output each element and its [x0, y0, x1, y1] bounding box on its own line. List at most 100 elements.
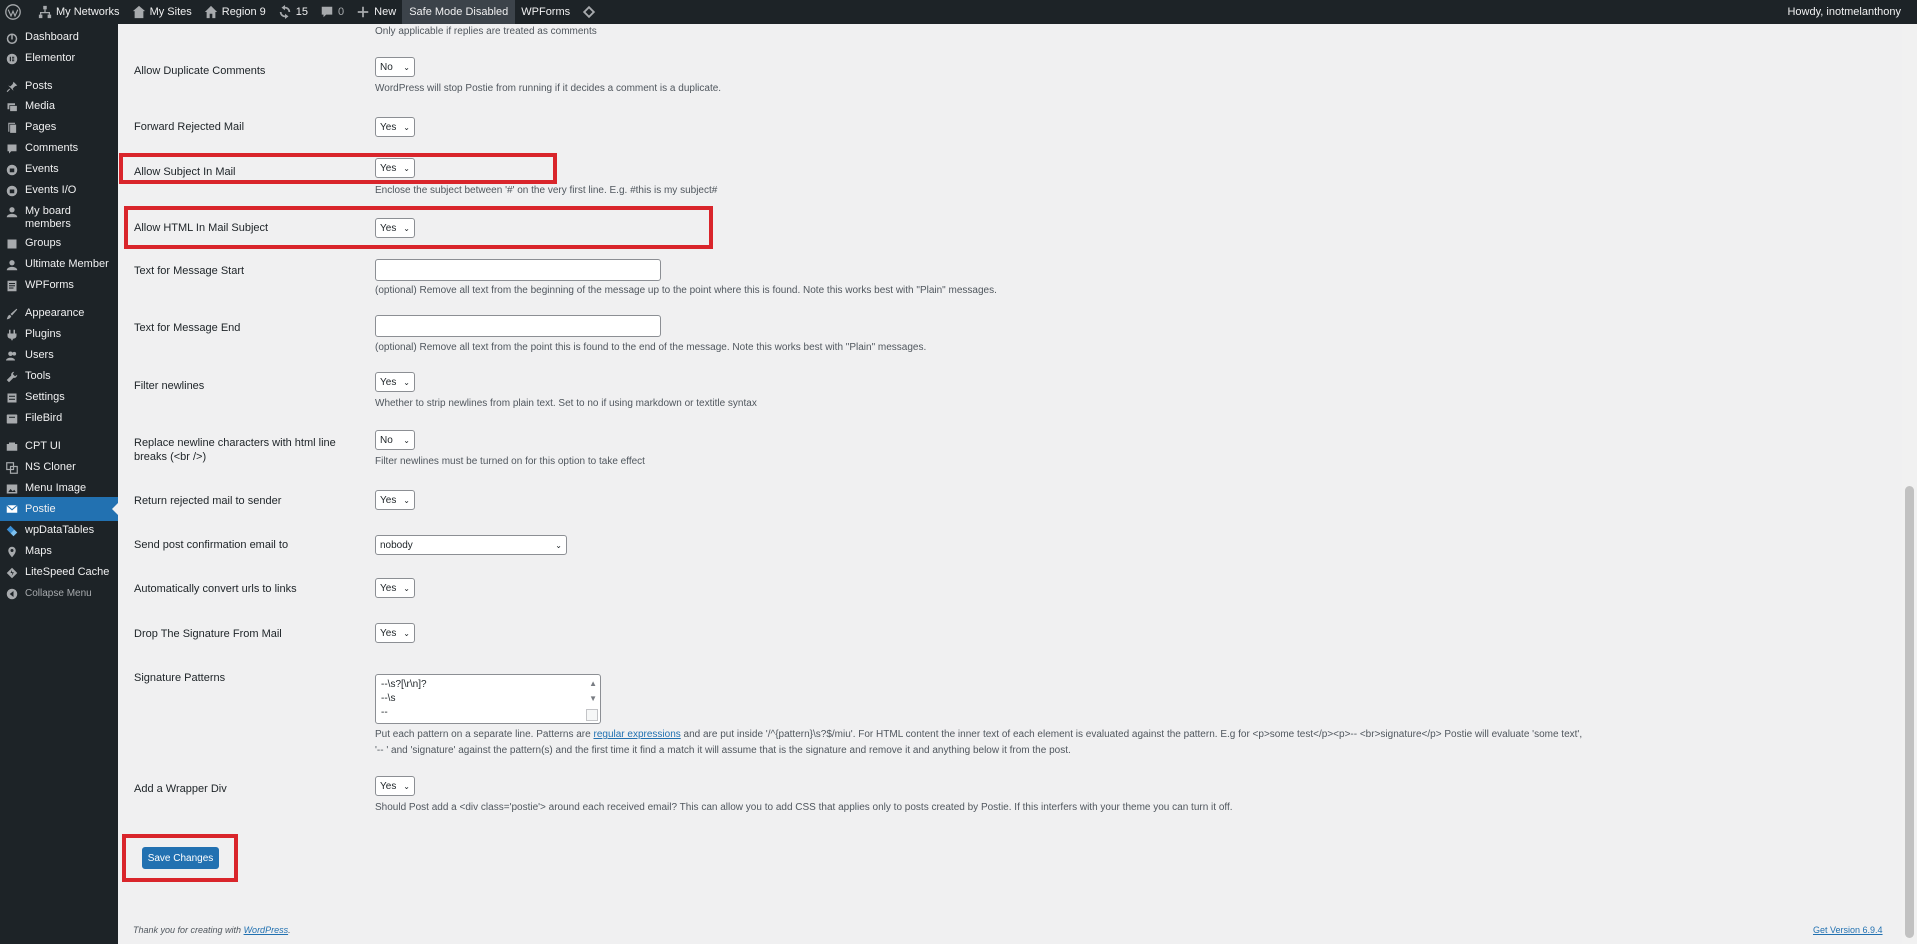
sidebar-item-litespeed-cache[interactable]: LiteSpeed Cache [0, 566, 118, 580]
replace-newline-desc: Filter newlines must be turned on for th… [375, 456, 645, 467]
sidebar-item-events[interactable]: Events [0, 163, 118, 177]
pin-icon [5, 80, 19, 94]
sidebar-item-plugins[interactable]: Plugins [0, 328, 118, 342]
sidebar-item-my-board-members[interactable]: My board members [0, 205, 118, 231]
sidebar-item-pages[interactable]: Pages [0, 121, 118, 135]
sidebar-item-cpt-ui[interactable]: CPT UI [0, 440, 118, 454]
highlight-save-button [122, 834, 238, 882]
diamond-icon [583, 5, 596, 19]
wpforms-menu[interactable]: WPForms [515, 0, 576, 24]
top-note: Only applicable if replies are treated a… [375, 26, 597, 37]
home-icon [204, 5, 217, 19]
page-scrollbar[interactable] [1902, 24, 1917, 944]
message-end-label: Text for Message End [134, 322, 241, 334]
litespeed-icon [5, 566, 19, 580]
sidebar-item-label: LiteSpeed Cache [25, 566, 110, 578]
return-rejected-value: Yes [380, 494, 397, 506]
message-start-input[interactable] [375, 259, 661, 281]
replace-newline-select[interactable]: No ⌄ [375, 430, 415, 450]
sidebar-item-appearance[interactable]: Appearance [0, 307, 118, 321]
sidebar-item-label: Groups [25, 237, 62, 249]
return-rejected-label: Return rejected mail to sender [134, 495, 282, 507]
sites-icon [132, 5, 145, 19]
sidebar-item-comments[interactable]: Comments [0, 142, 118, 156]
sidebar-item-media[interactable]: Media [0, 100, 118, 114]
sidebar-item-label: Events [25, 163, 59, 175]
updates-count: 15 [295, 6, 309, 18]
replace-newline-label: Replace newline characters with html lin… [134, 436, 336, 464]
updates-menu[interactable]: 15 [272, 0, 314, 24]
sidebar-item-tools[interactable]: Tools [0, 370, 118, 384]
sidebar-item-collapse-menu[interactable]: Collapse Menu [0, 587, 118, 601]
signature-patterns-textarea[interactable]: --\s?[\r\n]? --\s -- ▲ ▼ [375, 674, 601, 724]
my-networks-menu[interactable]: My Networks [32, 0, 126, 24]
send-confirmation-select[interactable]: nobody ⌄ [375, 535, 567, 555]
sidebar-item-label: My board members [25, 205, 71, 230]
pattern-line: --\s [381, 693, 396, 704]
sidebar-item-label: Elementor [25, 52, 76, 64]
filter-newlines-select[interactable]: Yes ⌄ [375, 372, 415, 392]
sidebar-item-label: Settings [25, 391, 65, 403]
site-name-label: Region 9 [221, 6, 266, 18]
sidebar-item-ns-cloner[interactable]: NS Cloner [0, 461, 118, 475]
sidebar-item-ultimate-member[interactable]: Ultimate Member [0, 258, 118, 272]
forward-rejected-value: Yes [380, 121, 397, 133]
resize-handle-icon[interactable] [586, 709, 598, 721]
sidebar-item-events-i-o[interactable]: Events I/O [0, 184, 118, 198]
plugin-icon [5, 328, 19, 342]
admin-sidebar: Dashboard Elementor Posts Media Pages Comment… [0, 24, 118, 944]
sidebar-item-label: Tools [25, 370, 51, 382]
account-menu[interactable]: Howdy, inotmelanthony [1781, 0, 1917, 24]
scroll-down-arrow-icon[interactable]: ▼ [589, 691, 597, 706]
sidebar-item-filebird[interactable]: FileBird [0, 412, 118, 426]
sidebar-item-label: Appearance [25, 307, 85, 319]
highlight-allow-html-subject [124, 206, 713, 249]
scrollbar-thumb[interactable] [1905, 486, 1914, 938]
wordpress-logo-icon[interactable] [0, 1, 32, 23]
highlight-allow-subject [119, 153, 557, 184]
convert-urls-select[interactable]: Yes ⌄ [375, 578, 415, 598]
users-icon [5, 349, 19, 363]
message-end-input[interactable] [375, 315, 661, 337]
sidebar-item-groups[interactable]: Groups [0, 237, 118, 251]
sidebar-item-users[interactable]: Users [0, 349, 118, 363]
get-version-link[interactable]: Get Version 6.9.4 [1813, 925, 1883, 935]
safe-mode-indicator[interactable]: Safe Mode Disabled [402, 0, 516, 24]
chevron-down-icon: ⌄ [403, 628, 410, 638]
new-content-menu[interactable]: New [350, 0, 402, 24]
sidebar-item-settings[interactable]: Settings [0, 391, 118, 405]
allow-duplicate-label: Allow Duplicate Comments [134, 65, 266, 77]
wrapper-div-select[interactable]: Yes ⌄ [375, 776, 415, 796]
drop-signature-select[interactable]: Yes ⌄ [375, 623, 415, 643]
filter-newlines-desc: Whether to strip newlines from plain tex… [375, 398, 757, 409]
plus-icon [357, 6, 369, 18]
wordpress-link[interactable]: WordPress [244, 925, 289, 935]
sidebar-item-dashboard[interactable]: Dashboard [0, 31, 118, 45]
comments-menu[interactable]: 0 [314, 0, 350, 24]
wrapper-div-label: Add a Wrapper Div [134, 783, 227, 795]
convert-urls-label: Automatically convert urls to links [134, 583, 297, 595]
sidebar-item-postie[interactable]: Postie [0, 497, 118, 521]
chevron-down-icon: ⌄ [403, 495, 410, 505]
forward-rejected-select[interactable]: Yes ⌄ [375, 117, 415, 137]
signature-patterns-label: Signature Patterns [134, 672, 226, 684]
sidebar-item-wpdatatables[interactable]: wpDataTables [0, 524, 118, 538]
sidebar-item-wpforms[interactable]: WPForms [0, 279, 118, 293]
sidebar-item-menu-image[interactable]: Menu Image [0, 482, 118, 496]
my-sites-menu[interactable]: My Sites [126, 0, 198, 24]
sidebar-item-label: NS Cloner [25, 461, 76, 473]
image-icon [5, 482, 19, 496]
send-confirmation-label: Send post confirmation email to [134, 539, 289, 551]
regular-expressions-link[interactable]: regular expressions [593, 729, 680, 740]
sidebar-item-elementor[interactable]: Elementor [0, 52, 118, 66]
return-rejected-select[interactable]: Yes ⌄ [375, 490, 415, 510]
sidebar-item-maps[interactable]: Maps [0, 545, 118, 559]
diamond-menu[interactable] [576, 0, 606, 24]
dashboard-icon [5, 31, 19, 45]
my-networks-label: My Networks [56, 6, 120, 18]
sidebar-item-posts[interactable]: Posts [0, 80, 118, 94]
site-name-menu[interactable]: Region 9 [198, 0, 272, 24]
scroll-up-arrow-icon[interactable]: ▲ [589, 676, 597, 691]
elementor-icon [5, 52, 19, 66]
allow-duplicate-select[interactable]: No ⌄ [375, 57, 415, 77]
